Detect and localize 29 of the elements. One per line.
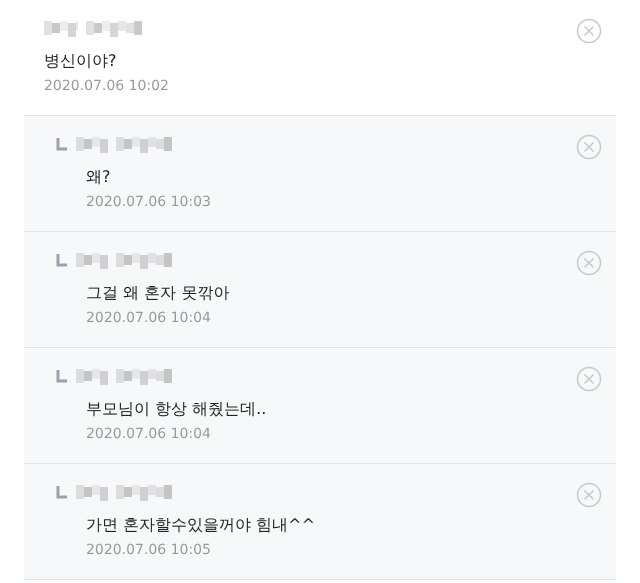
comment-time: 2020.07.06 10:03 [86,194,212,210]
close-icon[interactable] [576,366,602,392]
close-icon[interactable] [576,250,602,276]
comment-time: 2020.07.06 10:02 [44,78,170,94]
reply-icon [56,369,68,383]
reply-icon [56,137,68,151]
close-icon[interactable] [576,18,602,44]
blurred-name [76,251,108,269]
close-icon[interactable] [576,482,602,508]
blurred-name [116,251,172,269]
blurred-name [76,483,108,501]
blurred-name [116,135,172,153]
reply-icon [56,253,68,267]
comment-text: 부모님이 항상 해줬는데.. [86,398,268,420]
comment-time: 2020.07.06 10:04 [86,310,212,326]
blurred-name [76,367,108,385]
comment-text: 그걸 왜 혼자 못깎아 [86,282,230,304]
comment-text: 왜? [86,166,112,188]
blurred-name [116,483,172,501]
blurred-name [76,135,108,153]
comment-time: 2020.07.06 10:04 [86,426,212,442]
comment-text: 가면 혼자할수있을꺼야 힘내^^ [86,514,316,536]
comment-time: 2020.07.06 10:05 [86,542,212,558]
blurred-name [116,367,172,385]
blurred-name [86,19,142,37]
blurred-name [44,19,78,37]
close-icon[interactable] [576,134,602,160]
comment-text: 병신이야? [44,50,118,72]
reply-icon [56,485,68,499]
